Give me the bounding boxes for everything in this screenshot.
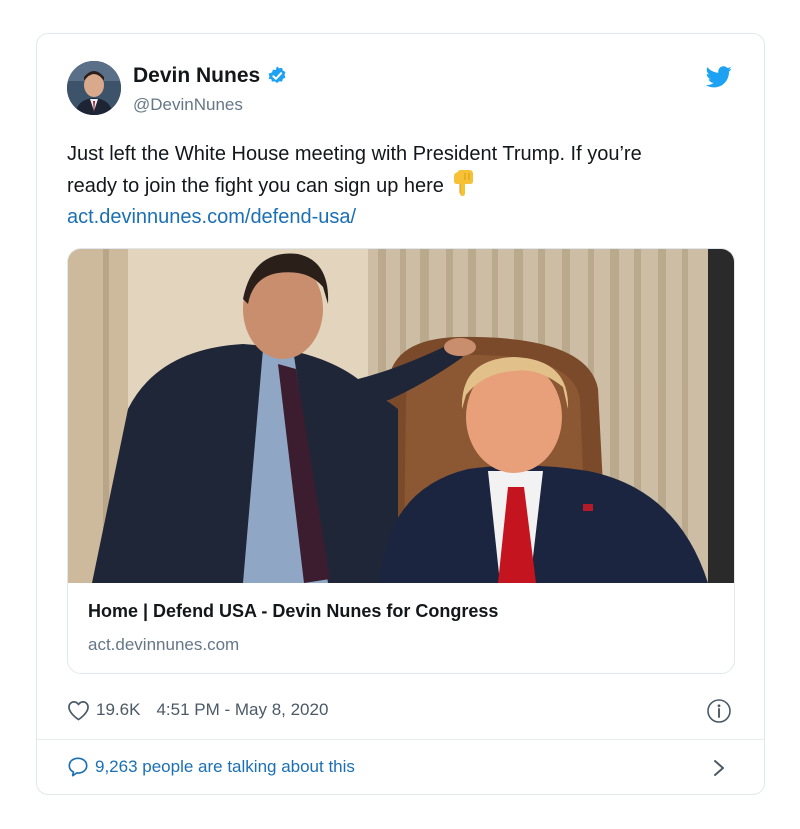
tweet-text-line-2: ready to join the fight you can sign up … xyxy=(67,170,747,202)
divider xyxy=(37,739,764,740)
conversation-count-text[interactable]: 9,263 people are talking about this xyxy=(95,757,355,777)
tweet-link[interactable]: act.devinnunes.com/defend-usa/ xyxy=(67,202,747,233)
author-handle[interactable]: @DevinNunes xyxy=(133,95,243,115)
backhand-index-pointing-down-icon xyxy=(453,170,473,196)
info-icon[interactable] xyxy=(706,698,732,724)
conversation-link[interactable]: 9,263 people are talking about this xyxy=(67,754,355,780)
tweet-timestamp[interactable]: 4:51 PM - May 8, 2020 xyxy=(156,700,328,720)
tweet-text-line-2-text: ready to join the fight you can sign up … xyxy=(67,175,444,197)
link-preview-card[interactable]: Home | Defend USA - Devin Nunes for Cong… xyxy=(67,248,735,674)
speech-bubble-icon xyxy=(68,757,88,777)
link-preview-domain: act.devinnunes.com xyxy=(88,635,240,654)
author-name[interactable]: Devin Nunes xyxy=(133,64,288,88)
tweet-text-line-1: Just left the White House meeting with P… xyxy=(67,143,642,165)
verified-badge-icon xyxy=(268,66,286,84)
tweet-card: Devin Nunes @DevinNunes Just left the Wh… xyxy=(36,33,765,795)
tweet-text: Just left the White House meeting with P… xyxy=(67,139,747,233)
heart-icon[interactable] xyxy=(67,700,90,721)
author-avatar[interactable] xyxy=(67,61,121,115)
chevron-right-icon[interactable] xyxy=(712,758,726,778)
tweet-meta: 19.6K 4:51 PM - May 8, 2020 xyxy=(67,697,328,723)
twitter-bird-icon[interactable] xyxy=(706,66,732,88)
link-preview-title[interactable]: Home | Defend USA - Devin Nunes for Cong… xyxy=(88,601,498,622)
author-name-text[interactable]: Devin Nunes xyxy=(133,64,260,88)
link-preview-image[interactable] xyxy=(68,249,734,583)
like-count[interactable]: 19.6K xyxy=(96,700,140,720)
